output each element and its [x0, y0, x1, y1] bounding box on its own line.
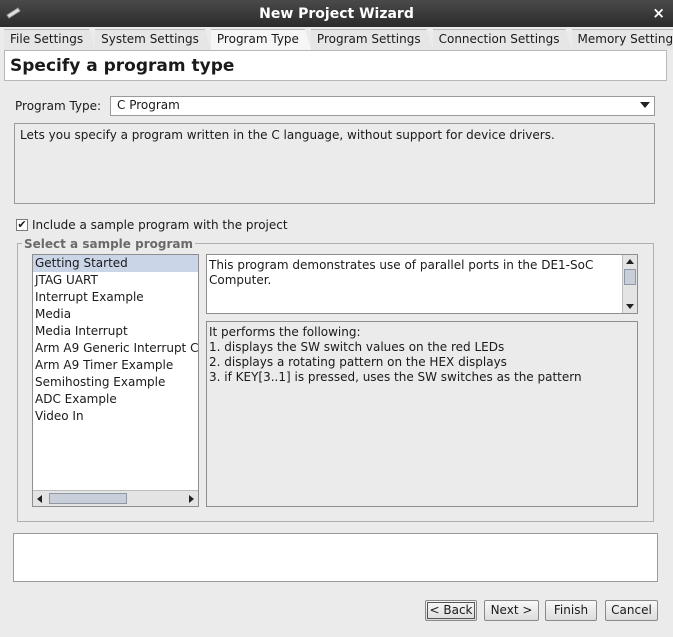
sample-summary-box: This program demonstrates use of paralle…: [206, 254, 638, 314]
details-line: 3. if KEY[3..1] is pressed, uses the SW …: [209, 370, 582, 384]
tab-file-settings[interactable]: File Settings: [4, 29, 95, 50]
scroll-right-icon[interactable]: [189, 495, 194, 503]
program-type-description: Lets you specify a program written in th…: [14, 123, 655, 204]
message-area: [13, 533, 658, 582]
tab-program-settings[interactable]: Program Settings: [311, 29, 433, 50]
tab-program-type[interactable]: Program Type: [211, 29, 311, 50]
list-item-video-in[interactable]: Video In: [33, 408, 198, 425]
summary-vertical-scrollbar[interactable]: [622, 255, 637, 313]
sample-summary-text: This program demonstrates use of paralle…: [209, 258, 594, 287]
include-sample-label[interactable]: Include a sample program with the projec…: [32, 218, 288, 232]
list-item-interrupt-example[interactable]: Interrupt Example: [33, 289, 198, 306]
cancel-button[interactable]: Cancel: [605, 600, 658, 621]
sample-program-list[interactable]: Getting Started JTAG UART Interrupt Exam…: [32, 254, 199, 507]
scroll-down-icon[interactable]: [626, 304, 634, 309]
include-sample-checkbox[interactable]: ✔: [16, 219, 28, 231]
list-item-media-interrupt[interactable]: Media Interrupt: [33, 323, 198, 340]
scroll-left-icon[interactable]: [37, 495, 42, 503]
app-icon: [6, 7, 21, 19]
next-button[interactable]: Next >: [484, 600, 539, 621]
list-item-media[interactable]: Media: [33, 306, 198, 323]
page-title: Specify a program type: [10, 56, 235, 76]
back-button[interactable]: < Back: [425, 600, 477, 621]
tab-bar: File Settings System Settings Program Ty…: [4, 29, 673, 50]
list-item-getting-started[interactable]: Getting Started: [33, 255, 198, 272]
group-title: Select a sample program: [22, 237, 195, 251]
list-horizontal-scrollbar[interactable]: [33, 490, 198, 506]
scroll-thumb[interactable]: [624, 269, 636, 285]
program-type-select[interactable]: C Program: [110, 96, 655, 116]
chevron-down-icon: [640, 102, 650, 108]
scroll-up-icon[interactable]: [626, 259, 634, 264]
scroll-thumb[interactable]: [49, 493, 127, 504]
details-line: 2. displays a rotating pattern on the HE…: [209, 355, 507, 369]
list-item-arm-a9-timer[interactable]: Arm A9 Timer Example: [33, 357, 198, 374]
details-line: It performs the following:: [209, 325, 361, 339]
title-bar: New Project Wizard ×: [0, 0, 673, 27]
program-type-label: Program Type:: [15, 99, 102, 113]
description-text: Lets you specify a program written in th…: [20, 128, 555, 142]
tab-system-settings[interactable]: System Settings: [95, 29, 211, 50]
list-item-arm-a9-generic-interrupt[interactable]: Arm A9 Generic Interrupt Co: [33, 340, 198, 357]
tab-memory-settings[interactable]: Memory Settings: [572, 29, 673, 50]
header-panel: Specify a program type: [4, 50, 667, 81]
finish-button[interactable]: Finish: [545, 600, 597, 621]
list-item-jtag-uart[interactable]: JTAG UART: [33, 272, 198, 289]
close-icon[interactable]: ×: [652, 4, 665, 22]
details-line: 1. displays the SW switch values on the …: [209, 340, 505, 354]
list-item-adc-example[interactable]: ADC Example: [33, 391, 198, 408]
program-type-value: C Program: [117, 98, 180, 112]
window-title: New Project Wizard: [259, 5, 414, 22]
sample-details-box: It performs the following: 1. displays t…: [206, 321, 638, 507]
tab-connection-settings[interactable]: Connection Settings: [433, 29, 572, 50]
list-item-semihosting[interactable]: Semihosting Example: [33, 374, 198, 391]
